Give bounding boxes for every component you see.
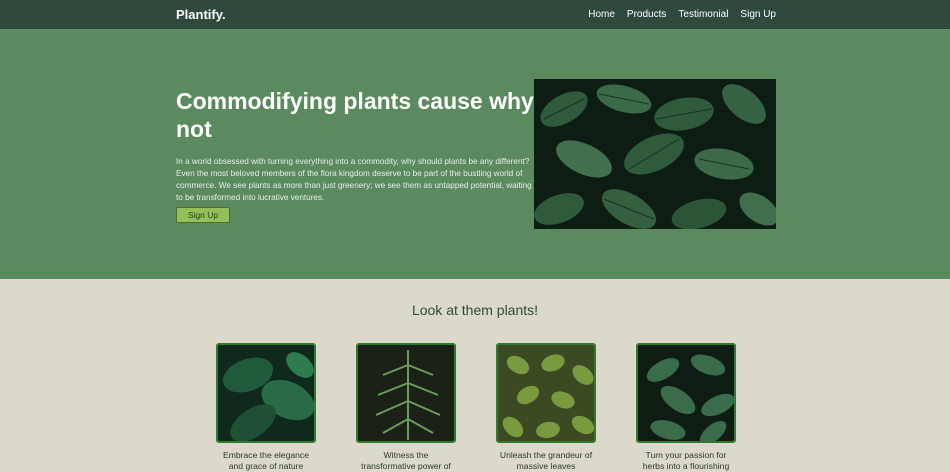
- fern-image[interactable]: [356, 343, 456, 443]
- card-caption: Witness the transformative power of: [361, 450, 451, 471]
- nav-link-signup[interactable]: Sign Up: [740, 9, 776, 20]
- card-caption: Unleash the grandeur of massive leaves: [499, 450, 593, 471]
- product-card[interactable]: Unleash the grandeur of massive leaves: [496, 343, 596, 472]
- hero-title: Commodifying plants cause why not: [176, 88, 534, 142]
- hero-leaves-image: [534, 79, 776, 229]
- product-card[interactable]: Turn your passion for herbs into a flour…: [636, 343, 736, 472]
- nav-links: Home Products Testimonial Sign Up: [588, 9, 776, 20]
- navbar: Plantify. Home Products Testimonial Sign…: [0, 0, 950, 29]
- brand-logo[interactable]: Plantify.: [176, 7, 226, 22]
- nav-link-products[interactable]: Products: [627, 9, 666, 20]
- product-card[interactable]: Witness the transformative power of: [356, 343, 456, 472]
- nav-link-testimonial[interactable]: Testimonial: [678, 9, 728, 20]
- leaves-image[interactable]: [496, 343, 596, 443]
- hero-description: In a world obsessed with turning everyth…: [176, 157, 532, 202]
- product-cards: Embrace the elegance and grace of nature…: [216, 343, 736, 472]
- section-title: Look at them plants!: [411, 302, 539, 318]
- hero-signup-button[interactable]: Sign Up: [176, 207, 230, 223]
- monstera-image[interactable]: [216, 343, 316, 443]
- herbs-image[interactable]: [636, 343, 736, 443]
- card-caption: Embrace the elegance and grace of nature: [223, 450, 309, 471]
- nav-link-home[interactable]: Home: [588, 9, 615, 20]
- card-caption: Turn your passion for herbs into a flour…: [642, 450, 730, 471]
- hero-section: Commodifying plants cause why not In a w…: [0, 29, 950, 279]
- product-card[interactable]: Embrace the elegance and grace of nature: [216, 343, 316, 472]
